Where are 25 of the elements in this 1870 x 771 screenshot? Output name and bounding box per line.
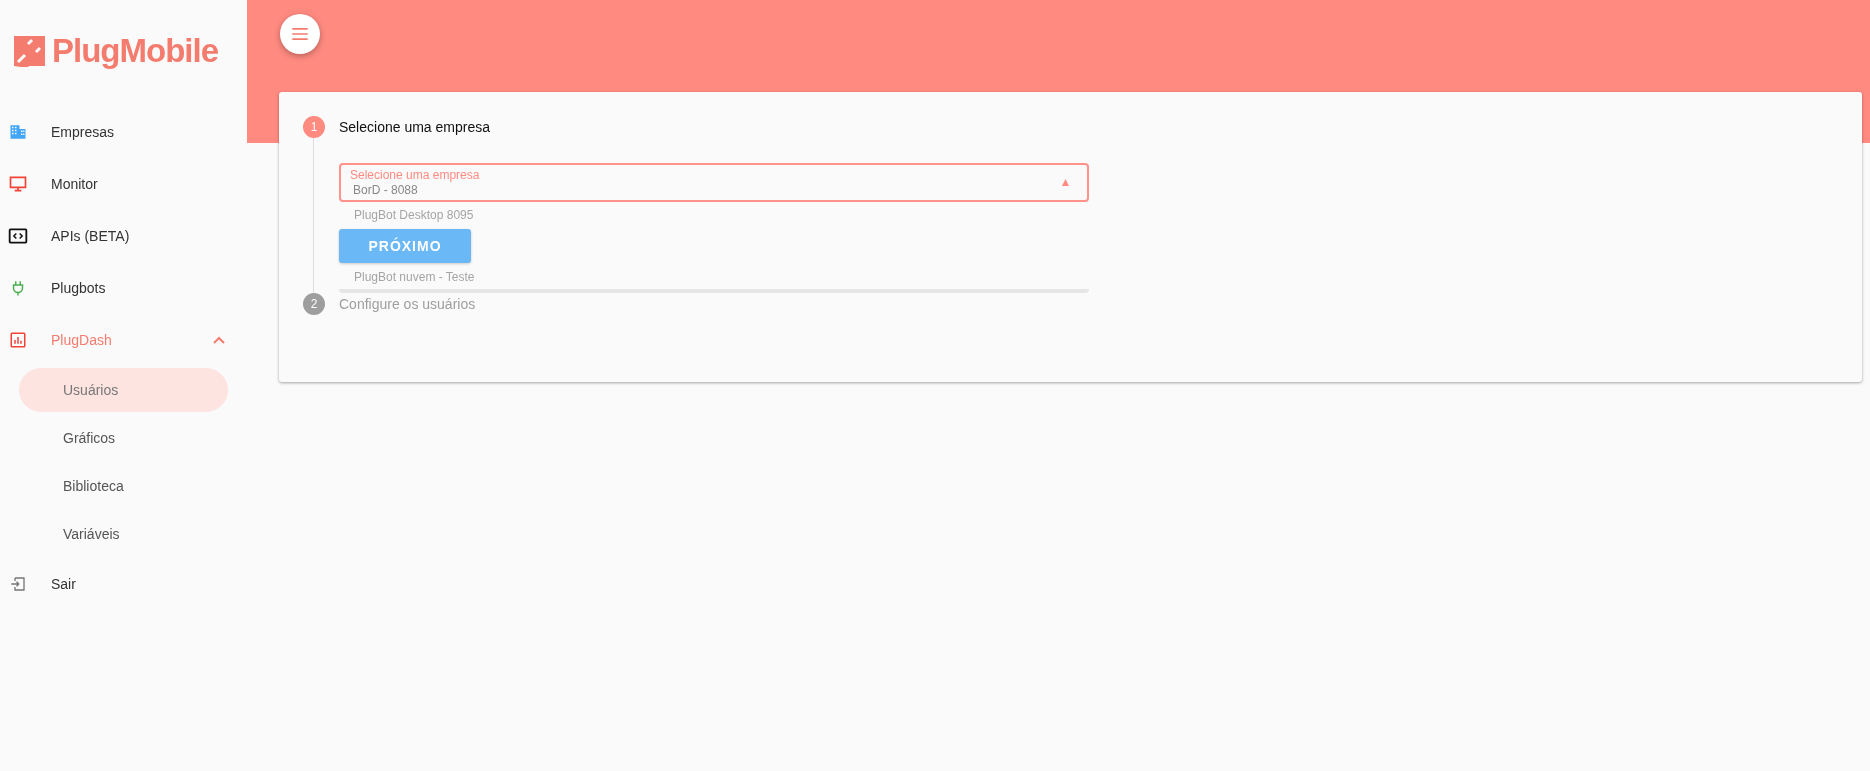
exit-icon (8, 575, 28, 593)
triangle-up-icon (1062, 179, 1069, 186)
submenu-item[interactable]: Gráficos (19, 416, 228, 460)
sidebar-item[interactable]: Empresas (0, 106, 247, 158)
step-title: Selecione uma empresa (339, 119, 490, 135)
logo-icon (14, 35, 46, 67)
menu-icon (292, 28, 308, 40)
sidebar-item[interactable]: APIs (BETA) (0, 210, 247, 262)
monitor-icon (8, 174, 28, 194)
sidebar-item[interactable]: Monitor (0, 158, 247, 210)
code-icon (8, 226, 28, 246)
step-number: 2 (303, 293, 325, 315)
chart-icon (8, 331, 28, 349)
company-select[interactable]: Selecione uma empresa BorD - 8088 (339, 163, 1089, 202)
submenu-item[interactable]: Biblioteca (19, 464, 228, 508)
step-number: 1 (303, 116, 325, 138)
step-title: Configure os usuários (339, 296, 476, 312)
logo-text: PlugMobile (52, 32, 218, 70)
sidebar-item[interactable]: Sair (0, 558, 247, 610)
menu-button[interactable] (280, 14, 320, 54)
chevron-up-icon (213, 336, 225, 344)
submenu-item[interactable]: Variáveis (19, 512, 228, 556)
submenu-item[interactable]: Usuários (19, 368, 228, 412)
sidebar-item[interactable]: Plugbots (0, 262, 247, 314)
building-icon (8, 123, 28, 141)
